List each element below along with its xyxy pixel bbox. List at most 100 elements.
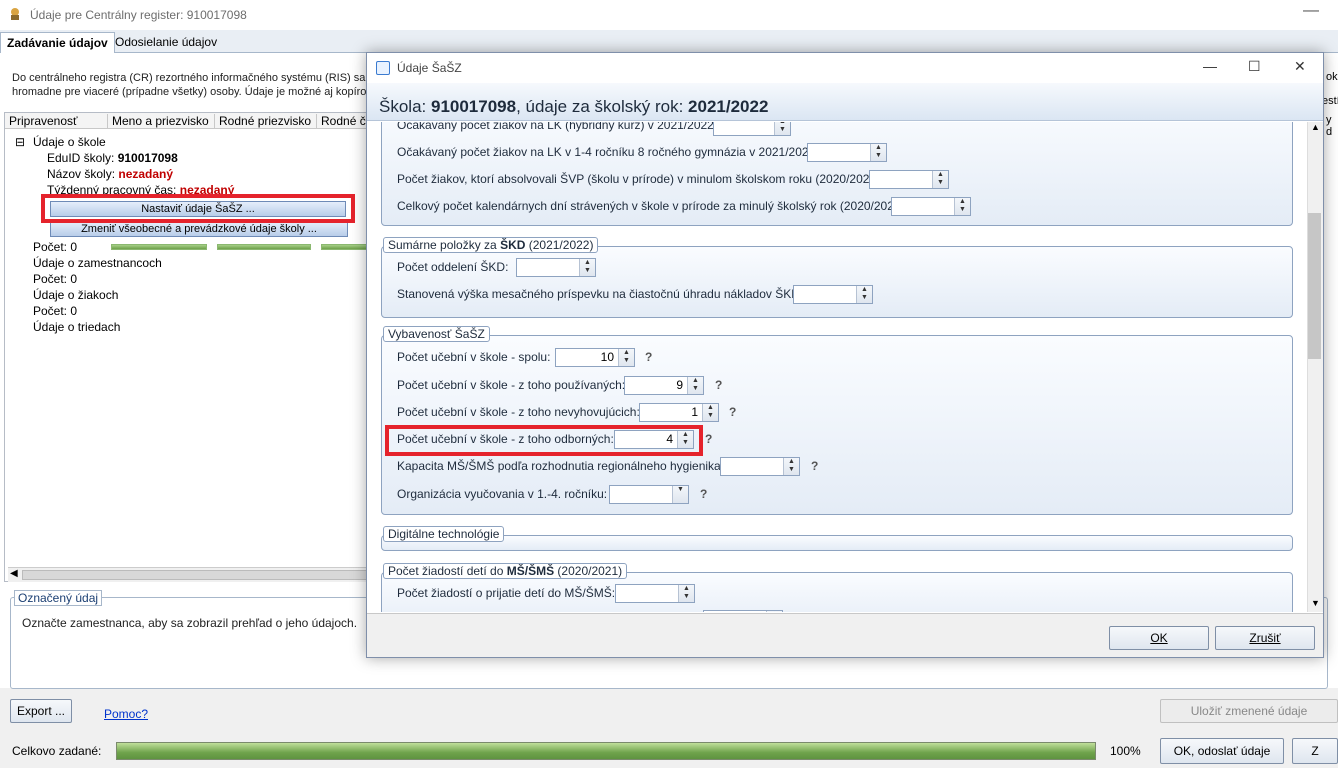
field-ziadosti-input[interactable]: ▲ ▼ xyxy=(615,584,695,603)
field-dni-svp-input[interactable]: ▲ ▼ xyxy=(891,197,971,216)
spin-arrows-icon[interactable]: ▲▼ xyxy=(870,144,886,161)
spin-arrows-icon[interactable]: ▲▼ xyxy=(687,377,703,394)
zmenit-udaje-button[interactable]: Zmeniť všeobecné a prevádzkové údaje ško… xyxy=(50,221,348,237)
field-svp-label: Počet žiakov, ktorí absolvovali ŠVP (ško… xyxy=(397,172,884,186)
help-icon[interactable]: ? xyxy=(729,405,736,419)
employees-grid[interactable]: Pripravenosť Meno a priezvisko Rodné pri… xyxy=(4,112,368,582)
col-pripravenost[interactable]: Pripravenosť xyxy=(5,114,108,128)
close-icon[interactable]: ✕ xyxy=(1294,58,1306,75)
tab-zadavanie[interactable]: Zadávanie údajov xyxy=(0,32,115,53)
ziadosti-title-prefix: Počet žiadostí detí do xyxy=(388,564,507,578)
help-icon[interactable]: ? xyxy=(811,459,818,473)
dialog-app-icon xyxy=(376,61,390,75)
section-digital-title[interactable]: Digitálne technológie xyxy=(383,526,505,542)
field-lk-gym-input[interactable]: ▲ ▼ xyxy=(807,143,887,162)
tree-eduid: EduID školy: 910017098 xyxy=(47,151,178,165)
tree-pocet-3: Počet: 0 xyxy=(33,304,78,318)
field-ucebne-pouzivane-label: Počet učební v škole - z toho používanýc… xyxy=(397,378,626,392)
oznaceny-udaj-title: Označený údaj xyxy=(14,590,103,606)
tree-ziaci[interactable]: Údaje o žiakoch xyxy=(33,288,118,302)
field-prispevok-label: Stanovená výška mesačného príspevku na č… xyxy=(397,287,804,301)
scroll-left-icon[interactable]: ◀ xyxy=(10,568,18,579)
dialog-vertical-scrollbar[interactable]: ▲ ▼ xyxy=(1307,122,1323,612)
partial-bottom-button[interactable]: Z xyxy=(1292,738,1338,764)
intro-text: Do centrálneho registra (CR) rezortného … xyxy=(12,71,372,99)
field-kapacita-label: Kapacita MŠ/ŠMŠ podľa rozhodnutia region… xyxy=(397,459,725,473)
nazov-label: Názov školy: xyxy=(47,167,116,181)
ziadosti-title-bold: MŠ/ŠMŠ xyxy=(506,564,555,578)
highlight-nastavit xyxy=(41,194,355,223)
field-ucebne-pouzivane-input[interactable]: 9 ▲ ▼ xyxy=(624,376,704,395)
field-top-cut-label: Očakávaný počet žiakov na LK (hybridný k… xyxy=(397,122,718,132)
scroll-down-icon[interactable]: ▼ xyxy=(1311,598,1320,608)
field-ucebne-spolu-input[interactable]: 10 ▲ ▼ xyxy=(555,348,635,367)
spin-arrows-icon[interactable]: ▲▼ xyxy=(932,171,948,188)
dialog-scroll-thumb[interactable] xyxy=(1308,213,1321,359)
minimize-icon[interactable]: — xyxy=(1203,58,1217,74)
dialog-header-text: Škola: 910017098, údaje za školský rok: … xyxy=(379,97,768,117)
help-icon[interactable]: ? xyxy=(645,350,652,364)
spin-arrows-icon[interactable]: ▲▼ xyxy=(678,585,694,602)
tree-triedy[interactable]: Údaje o triedach xyxy=(33,320,120,334)
skd-title-bold: ŠKD xyxy=(500,238,526,252)
scroll-up-icon[interactable]: ▲ xyxy=(1311,122,1320,132)
section-skd xyxy=(381,246,1293,318)
spin-arrows-icon[interactable]: ▲▼ xyxy=(954,198,970,215)
field-oddelenia-input[interactable]: ▲ ▼ xyxy=(516,258,596,277)
tree-zamestnanci[interactable]: Údaje o zamestnancoch xyxy=(33,256,162,270)
field-prispevok-input[interactable]: ▲ ▼ xyxy=(793,285,873,304)
help-icon[interactable]: ? xyxy=(715,378,722,392)
hscroll-thumb[interactable] xyxy=(22,570,368,580)
grid-horizontal-scrollbar[interactable]: ◀ xyxy=(8,567,368,582)
tab-odosielanie[interactable]: Odosielanie údajov xyxy=(109,32,223,53)
help-icon[interactable]: ? xyxy=(700,487,707,501)
field-svp-input[interactable]: ▲ ▼ xyxy=(869,170,949,189)
ulozit-button[interactable]: Uložiť zmenené údaje xyxy=(1160,699,1338,723)
tree-pocet-1: Počet: 0 xyxy=(33,240,78,254)
dialog-scroll-area[interactable]: Očakávaný počet žiakov na LK (hybridný k… xyxy=(367,122,1307,612)
field-kapacita-input[interactable]: ▲ ▼ xyxy=(720,457,800,476)
col-rodne-cislo[interactable]: Rodné čís xyxy=(317,114,367,128)
dialog-title: Údaje ŠaŠZ xyxy=(397,61,462,75)
export-button[interactable]: Export ... xyxy=(10,699,72,723)
skd-title-suffix: (2021/2022) xyxy=(525,238,594,252)
field-top-cut-input[interactable]: ▲▼ xyxy=(713,122,791,136)
spin-arrows-icon[interactable]: ▲▼ xyxy=(856,286,872,303)
section-ziadosti-title: Počet žiadostí detí do MŠ/ŠMŠ (2020/2021… xyxy=(383,563,628,579)
minimize-icon[interactable]: — xyxy=(1303,2,1319,20)
highlight-odbornych xyxy=(385,425,703,456)
dialog-ok-button[interactable]: OK xyxy=(1109,626,1209,650)
tree-expand-icon[interactable]: ⊟ xyxy=(15,135,25,149)
col-meno[interactable]: Meno a priezvisko xyxy=(108,114,215,128)
field-dni-svp-label: Celkový počet kalendárnych dní strávenýc… xyxy=(397,199,908,213)
intro-line-2: hromadne pre viaceré (prípadne všetky) o… xyxy=(12,86,367,98)
spin-arrows-icon[interactable]: ▲▼ xyxy=(774,122,790,135)
spin-arrows-icon[interactable]: ▲▼ xyxy=(766,611,782,612)
dialog-title-bar: Údaje ŠaŠZ — ☐ ✕ xyxy=(367,53,1323,83)
udaje-sasz-dialog: Údaje ŠaŠZ — ☐ ✕ Škola: 910017098, údaje… xyxy=(366,52,1324,658)
col-rodne-priezvisko[interactable]: Rodné priezvisko xyxy=(215,114,317,128)
section-digital xyxy=(381,535,1293,551)
celkovo-progress-bar xyxy=(116,742,1096,760)
spin-arrows-icon[interactable]: ▼ xyxy=(672,486,688,503)
field-ziadosti-cut-input[interactable]: ▲▼ xyxy=(703,610,783,612)
field-organizacia-input[interactable]: ▼ xyxy=(609,485,689,504)
pomoc-link[interactable]: Pomoc? xyxy=(104,707,148,721)
spin-arrows-icon[interactable]: ▲▼ xyxy=(579,259,595,276)
spin-arrows-icon[interactable]: ▲▼ xyxy=(702,404,718,421)
field-ziadosti-label: Počet žiadostí o prijatie detí do MŠ/ŠMŠ… xyxy=(397,586,616,600)
help-icon[interactable]: ? xyxy=(705,432,712,446)
spin-arrows-icon[interactable]: ▲▼ xyxy=(618,349,634,366)
dialog-cancel-button[interactable]: Zrušiť xyxy=(1215,626,1315,650)
ok-odoslat-button[interactable]: OK, odoslať údaje xyxy=(1160,738,1284,764)
tree-root-skola[interactable]: Údaje o škole xyxy=(33,135,106,149)
nazov-value: nezadaný xyxy=(118,167,174,181)
tree-pocet-2: Počet: 0 xyxy=(33,272,78,286)
skd-title-prefix: Sumárne položky za xyxy=(388,238,501,252)
main-tabs: Zadávanie údajov Odosielanie údajov xyxy=(0,30,1338,53)
field-ucebne-nevyhovujuce-input[interactable]: 1 ▲ ▼ xyxy=(639,403,719,422)
tree-nazov: Názov školy: nezadaný xyxy=(47,167,173,181)
celkovo-percent: 100% xyxy=(1110,744,1141,758)
spin-arrows-icon[interactable]: ▲▼ xyxy=(783,458,799,475)
maximize-icon[interactable]: ☐ xyxy=(1248,58,1261,75)
